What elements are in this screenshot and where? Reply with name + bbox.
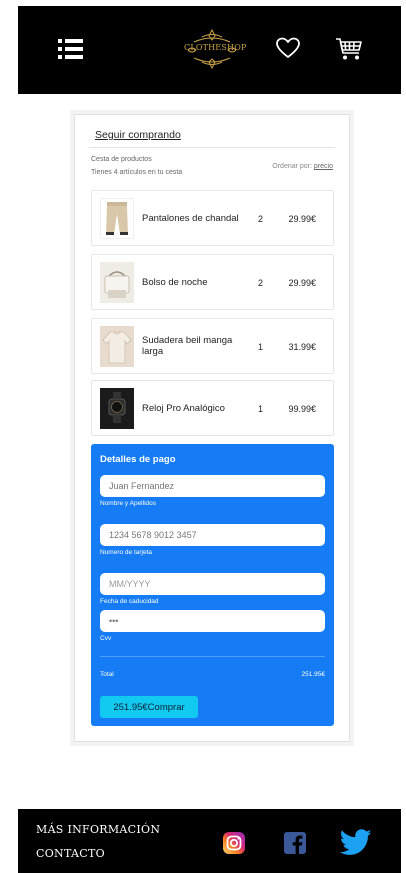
cart-item[interactable]: Bolso de noche 2 29.99€ (91, 254, 334, 310)
cart-item[interactable]: Pantalones de chandal 2 29.99€ (91, 190, 334, 246)
top-navbar: CLOTHESHOP (18, 6, 401, 94)
cvv-input[interactable] (100, 610, 325, 632)
product-name: Pantalones de chandal (142, 213, 239, 224)
buy-button[interactable]: 251.95€Comprar (100, 696, 198, 718)
sort-by-price-link[interactable]: precio (314, 163, 333, 170)
product-quantity: 1 (258, 404, 264, 414)
product-name: Bolso de noche (142, 277, 208, 288)
total-label: Total (100, 671, 114, 678)
product-name: Sudadera beil manga larga (142, 335, 233, 357)
cart-title: Cesta de productos (91, 156, 152, 163)
product-image-sweatshirt (100, 326, 134, 367)
product-image-watch (100, 388, 134, 429)
cvv-label: Cvv (100, 635, 112, 642)
hamburger-menu-icon[interactable] (58, 39, 83, 59)
product-name: Reloj Pro Analógico (142, 403, 225, 414)
cart-item[interactable]: Reloj Pro Analógico 1 99.99€ (91, 380, 334, 436)
sort-control: Ordenar por: precio (272, 163, 333, 170)
product-price: 29.99€ (288, 214, 316, 224)
payment-title: Detalles de pago (100, 454, 176, 465)
cart-item[interactable]: Sudadera beil manga larga 1 31.99€ (91, 318, 334, 374)
card-number-input[interactable] (100, 524, 325, 546)
card-number-label: Numero de tarjeta (100, 549, 153, 556)
product-image-pants (100, 198, 134, 239)
expiry-date-input[interactable] (100, 573, 325, 595)
instagram-icon[interactable] (222, 831, 246, 860)
product-quantity: 2 (258, 214, 264, 224)
more-info-link[interactable]: MÁS INFORMACIÓN (36, 823, 160, 836)
cart-card: Seguir comprando Cesta de productos Tien… (74, 114, 350, 742)
brand-logo[interactable]: CLOTHESHOP (184, 28, 247, 70)
continue-shopping-link[interactable]: Seguir comprando (95, 129, 181, 141)
footer: MÁS INFORMACIÓN CONTACTO (18, 809, 401, 873)
full-name-input[interactable] (100, 475, 325, 497)
logo-text: CLOTHESHOP (184, 43, 247, 52)
twitter-icon[interactable] (339, 829, 372, 861)
sort-label: Ordenar por: (272, 163, 314, 170)
payment-divider (100, 656, 325, 657)
divider (89, 147, 335, 148)
product-price: 99.99€ (288, 404, 316, 414)
full-name-label: Nombre y Apellidos (100, 500, 156, 507)
expiry-date-label: Fecha de caducidad (100, 598, 159, 605)
heart-icon[interactable] (275, 36, 301, 60)
total-value: 251.95€ (301, 671, 326, 678)
product-image-bag (100, 262, 134, 303)
product-price: 29.99€ (288, 278, 316, 288)
product-quantity: 2 (258, 278, 264, 288)
product-price: 31.99€ (288, 342, 316, 352)
shopping-cart-icon[interactable] (335, 36, 363, 62)
cart-subtitle: Tienes 4 artículos en tu cesta (91, 169, 183, 176)
product-quantity: 1 (258, 342, 264, 352)
contact-link[interactable]: CONTACTO (36, 847, 105, 860)
facebook-icon[interactable] (283, 831, 307, 860)
payment-details-panel: Detalles de pago Nombre y Apellidos Nume… (91, 444, 334, 726)
